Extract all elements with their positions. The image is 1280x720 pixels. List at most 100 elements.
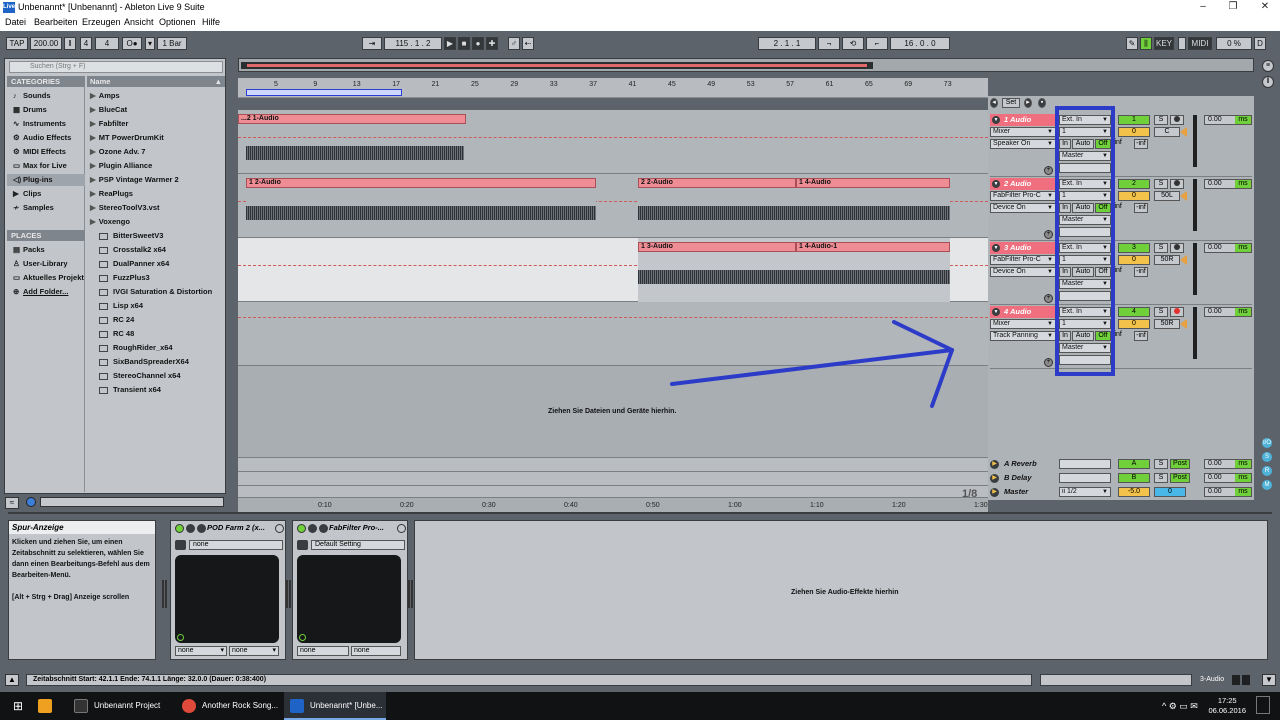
clip-header[interactable]: 1 4-Audio — [796, 178, 950, 188]
taskbar-item-chrome[interactable]: Another Rock Song... — [176, 692, 280, 720]
return-track-name[interactable]: B Delay — [1002, 472, 1056, 484]
return-output[interactable] — [1059, 473, 1111, 483]
device-pod-farm[interactable]: POD Farm 2 (x... none none ▾ none ▾ — [170, 520, 286, 660]
folder-item[interactable]: ▶ StereoToolV3.vst — [90, 202, 160, 214]
tap-tempo-button[interactable]: TAP — [6, 37, 28, 50]
expand-arrow-icon[interactable]: ▶ — [90, 91, 96, 100]
place-packs[interactable]: ▤ Packs — [13, 244, 85, 256]
arrangement-view-icon[interactable]: ‖ — [1262, 76, 1274, 88]
device-select-1[interactable]: none ▾ — [175, 646, 227, 656]
signature-denominator[interactable]: 4 — [95, 37, 119, 50]
track-name[interactable]: ▼ 4 Audio — [990, 306, 1056, 318]
audio-effects-drop-area[interactable]: Ziehen Sie Audio-Effekte hierhin — [414, 520, 1268, 660]
track-pan[interactable]: 50L — [1154, 191, 1180, 201]
chevron-down-icon[interactable]: ▾ — [145, 37, 155, 50]
device-handle[interactable] — [162, 580, 167, 608]
draw-mode-icon[interactable]: ✎ — [1126, 37, 1138, 50]
add-lane-icon[interactable]: + — [1044, 294, 1053, 303]
expand-arrow-icon[interactable]: ▶ — [90, 175, 96, 184]
sort-up-icon[interactable]: ▲ — [215, 76, 222, 87]
return-output[interactable] — [1059, 459, 1111, 469]
device-view-icon[interactable] — [1242, 675, 1250, 685]
plugin-item[interactable]: Transient x64 — [99, 384, 161, 396]
loop-length-field[interactable]: 16 . 0 . 0 — [890, 37, 950, 50]
media-player-icon[interactable] — [38, 692, 58, 720]
expand-arrow-icon[interactable]: ▶ — [90, 217, 96, 226]
clip-header[interactable]: ...2 1-Audio — [238, 114, 466, 124]
solo-button[interactable]: S — [1154, 307, 1168, 317]
return-post-button[interactable]: Post — [1170, 473, 1190, 483]
signature-numerator[interactable]: 4 — [80, 37, 92, 50]
device-menu-icon[interactable] — [275, 524, 284, 533]
device-chooser[interactable]: FabFilter Pro-C ▼ — [990, 191, 1056, 201]
groove-pool-icon[interactable]: ≈ — [5, 497, 19, 509]
arrangement-overview[interactable] — [238, 58, 1254, 72]
expand-arrow-icon[interactable]: ▶ — [90, 119, 96, 128]
track-volume[interactable]: 0 — [1118, 191, 1150, 201]
solo-button[interactable]: S — [1154, 115, 1168, 125]
returns-toggle-icon[interactable]: R — [1262, 466, 1272, 476]
plugin-item[interactable]: Lisp x64 — [99, 300, 143, 312]
track-volume[interactable]: 0 — [1118, 255, 1150, 265]
midi-map-button[interactable]: MIDI — [1188, 37, 1212, 50]
nudge-icon[interactable]: ‖ — [64, 37, 76, 50]
solo-button[interactable]: S — [1154, 243, 1168, 253]
preview-waveform[interactable] — [40, 497, 224, 507]
plugin-item[interactable]: RC 48 — [99, 328, 134, 340]
clip-header[interactable]: 1 3-Audio — [638, 242, 796, 252]
computer-midi-keyboard-icon[interactable]: ⫼ — [1140, 37, 1152, 50]
play-icon[interactable]: ▶ — [444, 37, 456, 50]
track-name[interactable]: ▼ 1 Audio — [990, 114, 1056, 126]
preview-icon[interactable] — [26, 497, 36, 507]
set-locator-button[interactable]: Set — [1002, 98, 1020, 108]
track-activator[interactable]: 2 — [1118, 179, 1150, 189]
category-midi-effects[interactable]: ⚙ MIDI Effects — [13, 146, 85, 158]
expand-arrow-icon[interactable]: ▶ — [90, 105, 96, 114]
folder-item[interactable]: ▶ Voxengo — [90, 216, 130, 228]
track-delay[interactable]: 0.00 ms — [1204, 307, 1252, 317]
expand-arrow-icon[interactable]: ▶ — [90, 133, 96, 142]
windows-start-icon[interactable]: ⊞ — [8, 692, 28, 720]
track-fold-icon[interactable]: ▼ — [992, 244, 1000, 252]
place-user-library[interactable]: ♙ User-Library — [13, 258, 85, 270]
device-chooser[interactable]: FabFilter Pro-C ▼ — [990, 255, 1056, 265]
cue-out-chooser[interactable]: ii 1/2 ▼ — [1059, 487, 1111, 497]
locator-icon[interactable]: ▪ — [1038, 98, 1046, 108]
return-delay[interactable]: 0.00 ms — [1204, 459, 1252, 469]
category-instruments[interactable]: ∿ Instruments — [13, 118, 85, 130]
device-handle[interactable] — [286, 580, 291, 608]
track-delay[interactable]: 0.00 ms — [1204, 115, 1252, 125]
record-icon[interactable]: ● — [472, 37, 484, 50]
maximize-button[interactable]: ❐ — [1218, 1, 1248, 15]
expand-arrow-icon[interactable]: ▶ — [90, 203, 96, 212]
category-audio-effects[interactable]: ⚙ Audio Effects — [13, 132, 85, 144]
track-name[interactable]: ▼ 3 Audio — [990, 242, 1056, 254]
clip-view-icon[interactable] — [1232, 675, 1240, 685]
session-view-icon[interactable]: ≡ — [1262, 60, 1274, 72]
plugin-item[interactable]: StereoChannel x64 — [99, 370, 181, 382]
time-ruler[interactable]: 0:10 0:20 0:30 0:40 0:50 1:00 1:10 1:20 1:30 — [238, 498, 988, 512]
track-volume[interactable]: 0 — [1118, 319, 1150, 329]
solo-button[interactable]: S — [1154, 179, 1168, 189]
punch-out-icon[interactable]: ⌐ — [866, 37, 888, 50]
return-post-button[interactable]: Post — [1170, 459, 1190, 469]
plugin-item[interactable]: RC 24 — [99, 314, 134, 326]
folder-item[interactable]: ▶ Fabfilter — [90, 118, 128, 130]
plugin-item[interactable]: FuzzPlus3 — [99, 272, 150, 284]
track-pan[interactable]: 50R — [1154, 319, 1180, 329]
parameter-chooser[interactable]: Track Panning ▼ — [990, 331, 1056, 341]
return-fold-icon[interactable]: ▶ — [990, 488, 999, 497]
clip-header[interactable]: 2 2-Audio — [638, 178, 796, 188]
return-fold-icon[interactable]: ▶ — [990, 460, 999, 469]
info-view-toggle-icon[interactable]: ▲ — [5, 674, 19, 686]
track-pan[interactable]: C — [1154, 127, 1180, 137]
device-select-2[interactable]: none ▾ — [229, 646, 279, 656]
set-right-icon[interactable]: ▸ — [1024, 98, 1032, 108]
arm-record-button[interactable] — [1170, 115, 1184, 125]
return-lane-b[interactable] — [238, 472, 988, 486]
device-chooser[interactable]: Mixer ▼ — [990, 319, 1056, 329]
return-activator[interactable]: B — [1118, 473, 1150, 483]
arm-record-button[interactable] — [1170, 307, 1184, 317]
arm-record-button[interactable] — [1170, 243, 1184, 253]
mixer-toggle-icon[interactable]: M — [1262, 480, 1272, 490]
